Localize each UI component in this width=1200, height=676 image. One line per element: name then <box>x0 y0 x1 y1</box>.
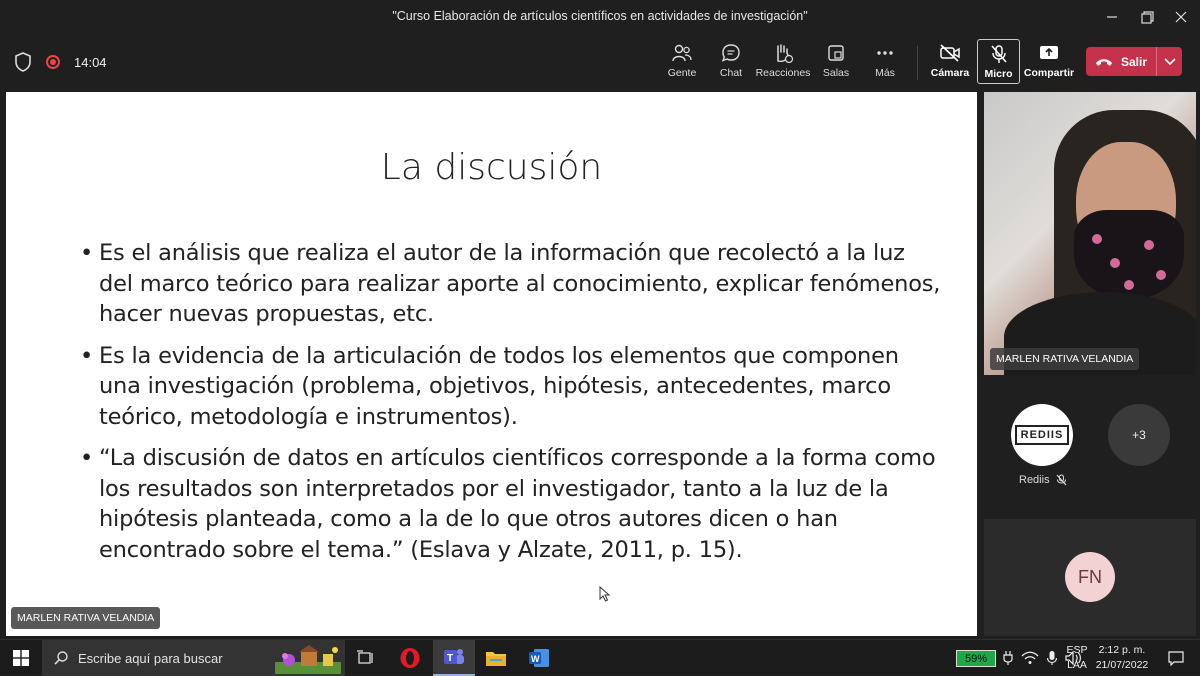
leave-button-group: Salir <box>1086 47 1182 76</box>
task-view-icon <box>357 650 373 664</box>
people-label: Gente <box>667 67 697 79</box>
windows-logo-icon <box>13 650 29 666</box>
keyboard-layout: LAA <box>1067 659 1087 671</box>
participant-video[interactable]: MARLEN RATIVA VELANDIA <box>984 92 1196 375</box>
more-button[interactable]: Más <box>857 42 913 84</box>
close-button[interactable] <box>1162 0 1200 34</box>
mic-off-icon <box>990 45 1007 63</box>
hang-up-icon <box>1095 58 1112 66</box>
battery-indicator[interactable]: 59% <box>956 650 996 667</box>
wifi-icon[interactable] <box>1021 650 1039 666</box>
taskbar-search[interactable]: Escribe aquí para buscar <box>42 640 345 676</box>
search-icon <box>54 651 68 665</box>
mic-label: Micro <box>984 68 1013 80</box>
meeting-toolbar: 14:04 Gente Chat Reacciones Salas Más Cá… <box>0 34 1200 90</box>
camera-button[interactable]: Cámara <box>922 42 978 84</box>
teams-icon: T <box>444 649 464 664</box>
restore-icon <box>1140 10 1154 24</box>
leave-options-button[interactable] <box>1157 57 1182 66</box>
meeting-timer: 14:04 <box>74 54 107 70</box>
leave-button[interactable]: Salir <box>1086 55 1156 69</box>
toolbar-divider <box>917 46 918 80</box>
rediis-name: Rediis <box>1019 474 1050 486</box>
search-placeholder: Escribe aquí para buscar <box>78 650 223 666</box>
search-highlight-illustration <box>275 645 341 674</box>
chat-label: Chat <box>719 67 743 79</box>
slide-bullet: Es la evidencia de la articulación de to… <box>80 341 942 433</box>
rediis-avatar[interactable]: REDIIS <box>1011 404 1073 466</box>
taskbar: Escribe aquí para buscar T W 59% ESP LAA… <box>0 639 1200 676</box>
minimize-icon <box>1107 16 1117 18</box>
notification-icon <box>1168 650 1184 666</box>
clock-time: 2:12 p. m. <box>1098 644 1146 656</box>
slide-bullet: “La discusión de datos en artículos cien… <box>80 443 942 565</box>
opera-icon <box>400 648 420 668</box>
more-participants-button[interactable]: +3 <box>1108 404 1170 466</box>
face-mask <box>1074 210 1184 300</box>
shared-slide: La discusión Es el análisis que realiza … <box>6 92 977 636</box>
share-button[interactable]: Compartir <box>1021 42 1077 84</box>
recording-icon <box>46 55 60 69</box>
folder-icon <box>486 652 506 666</box>
chat-icon <box>721 44 740 62</box>
raise-hand-icon <box>777 44 794 63</box>
camera-off-icon <box>940 44 960 62</box>
restore-button[interactable] <box>1128 0 1166 34</box>
fn-avatar: FN <box>1065 552 1115 602</box>
power-plug-icon[interactable] <box>1003 650 1013 666</box>
word-icon: W <box>529 649 549 667</box>
people-icon <box>672 44 692 62</box>
more-icon <box>877 51 893 55</box>
reactions-label: Reacciones <box>755 67 811 79</box>
video-name-tag: MARLEN RATIVA VELANDIA <box>990 348 1140 370</box>
presenter-name-tag: MARLEN RATIVA VELANDIA <box>11 607 161 629</box>
people-button[interactable]: Gente <box>654 42 710 84</box>
slide-title: La discusión <box>380 147 603 188</box>
start-button[interactable] <box>0 640 42 676</box>
rediis-logo: REDIIS <box>1014 425 1070 445</box>
window-title: "Curso Elaboración de artículos científi… <box>392 9 808 23</box>
camera-label: Cámara <box>930 67 970 79</box>
slide-bullets: Es el análisis que realiza el autor de l… <box>80 238 942 576</box>
svg-text:T: T <box>447 653 453 664</box>
leave-label: Salir <box>1120 54 1147 69</box>
notifications-button[interactable] <box>1155 640 1197 676</box>
word-app[interactable]: W <box>518 640 560 676</box>
more-label: Más <box>875 67 895 79</box>
mic-button[interactable]: Micro <box>977 39 1020 84</box>
share-label: Compartir <box>1023 67 1075 79</box>
reactions-button[interactable]: Reacciones <box>755 42 811 84</box>
chat-button[interactable]: Chat <box>703 42 759 84</box>
language-code: ESP <box>1066 644 1088 656</box>
mouse-cursor-icon <box>599 586 611 602</box>
close-icon <box>1175 11 1187 23</box>
rooms-label: Salas <box>822 67 850 79</box>
mic-off-icon <box>1056 474 1067 486</box>
file-explorer-app[interactable] <box>475 640 517 676</box>
opera-app[interactable] <box>389 640 431 676</box>
task-view-button[interactable] <box>345 640 387 676</box>
rooms-button[interactable]: Salas <box>808 42 864 84</box>
teams-app[interactable]: T <box>433 640 475 676</box>
clock-date: 21/07/2022 <box>1095 659 1149 671</box>
chevron-down-icon <box>1163 57 1176 65</box>
language-indicator[interactable]: ESP LAA <box>1064 643 1090 673</box>
shield-icon <box>15 52 31 72</box>
microphone-in-use-icon[interactable] <box>1046 650 1058 666</box>
rediis-participant-label: Rediis <box>1019 474 1067 486</box>
minimize-button[interactable] <box>1093 0 1131 34</box>
title-bar: "Curso Elaboración de artículos científi… <box>0 0 1200 34</box>
share-screen-icon <box>1040 46 1058 59</box>
breakout-rooms-icon <box>828 45 844 61</box>
svg-text:W: W <box>531 654 540 664</box>
taskbar-clock[interactable]: 2:12 p. m. 21/07/2022 <box>1094 643 1150 673</box>
slide-bullet: Es el análisis que realiza el autor de l… <box>80 238 942 330</box>
